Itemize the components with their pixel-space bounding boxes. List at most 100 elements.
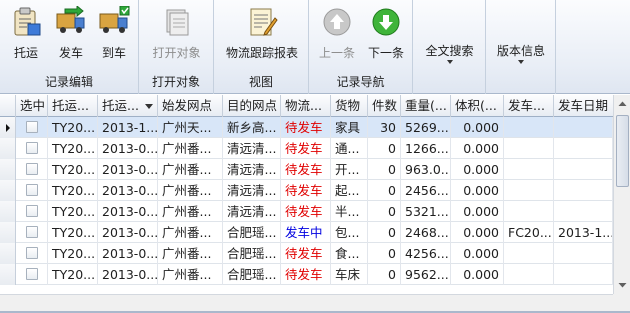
row-indicator[interactable]	[0, 222, 16, 243]
fulltext-search-dropdown[interactable]: 全文搜索	[417, 34, 482, 64]
cell-weight[interactable]: 9562....	[401, 264, 451, 285]
version-info-dropdown[interactable]: 版本信息	[489, 34, 553, 64]
cell-status[interactable]: 待发车	[281, 138, 331, 159]
cell-destination[interactable]: 清远清...	[223, 180, 281, 201]
row-checkbox[interactable]	[26, 226, 38, 238]
cell-depart-date[interactable]	[554, 264, 613, 285]
cell-waybill-date[interactable]: 2013-0...	[98, 264, 158, 285]
cell-depart-no[interactable]	[504, 117, 554, 138]
cell-weight[interactable]: 963.0...	[401, 159, 451, 180]
cell-waybill-date[interactable]: 2013-0...	[98, 180, 158, 201]
cell-status[interactable]: 待发车	[281, 159, 331, 180]
cell-depart-date[interactable]	[554, 243, 613, 264]
cell-waybill-date[interactable]: 2013-1...	[98, 117, 158, 138]
cell-waybill-no[interactable]: TY20...	[48, 117, 98, 138]
cell-depart-date[interactable]	[554, 159, 613, 180]
cell-volume[interactable]: 0.000	[451, 243, 504, 264]
cell-waybill-no[interactable]: TY20...	[48, 138, 98, 159]
cell-destination[interactable]: 新乡高...	[223, 117, 281, 138]
table-row[interactable]: TY20... 2013-0... 广州番... 清远清... 待发车 半... 0 5321…	[0, 201, 613, 222]
cell-goods[interactable]: 开...	[331, 159, 368, 180]
cell-status[interactable]: 待发车	[281, 117, 331, 138]
cell-destination[interactable]: 清远清...	[223, 138, 281, 159]
cell-waybill-no[interactable]: TY20...	[48, 222, 98, 243]
cell-weight[interactable]: 5269....	[401, 117, 451, 138]
row-indicator[interactable]	[0, 243, 16, 264]
ship-button[interactable]: 托运	[4, 4, 48, 66]
cell-depart-no[interactable]	[504, 180, 554, 201]
cell-depart-date[interactable]	[554, 138, 613, 159]
table-row[interactable]: TY20... 2013-0... 广州番... 合肥瑶... 待发车 车床 0 9562..…	[0, 264, 613, 285]
cell-volume[interactable]: 0.000	[451, 159, 504, 180]
cell-status[interactable]: 发车中	[281, 222, 331, 243]
cell-pieces[interactable]: 0	[368, 222, 401, 243]
cell-goods[interactable]: 家具	[331, 117, 368, 138]
cell-destination[interactable]: 清远清...	[223, 159, 281, 180]
cell-origin[interactable]: 广州天...	[158, 117, 223, 138]
cell-pieces[interactable]: 0	[368, 201, 401, 222]
cell-origin[interactable]: 广州番...	[158, 159, 223, 180]
cell-weight[interactable]: 1266....	[401, 138, 451, 159]
cell-status[interactable]: 待发车	[281, 180, 331, 201]
next-record-button[interactable]: 下一条	[362, 4, 410, 66]
cell-waybill-date[interactable]: 2013-0...	[98, 159, 158, 180]
table-row[interactable]: TY20... 2013-1... 广州天... 新乡高... 待发车 家具 30 5269.…	[0, 117, 613, 138]
cell-goods[interactable]: 半...	[331, 201, 368, 222]
previous-record-button[interactable]: 上一条	[312, 4, 362, 66]
cell-weight[interactable]: 5321....	[401, 201, 451, 222]
logistics-report-button[interactable]: 物流跟踪报表	[219, 4, 305, 66]
cell-depart-no[interactable]	[504, 138, 554, 159]
cell-pieces[interactable]: 0	[368, 180, 401, 201]
arrive-button[interactable]: 到车	[94, 4, 134, 66]
table-row[interactable]: TY20... 2013-0... 广州番... 清远清... 待发车 通... 0 1266…	[0, 138, 613, 159]
cell-waybill-no[interactable]: TY20...	[48, 201, 98, 222]
depart-button[interactable]: 发车	[50, 4, 92, 66]
scroll-down-icon[interactable]	[615, 277, 630, 293]
row-indicator[interactable]	[0, 201, 16, 222]
cell-depart-no[interactable]	[504, 264, 554, 285]
cell-volume[interactable]: 0.000	[451, 222, 504, 243]
cell-pieces[interactable]: 0	[368, 138, 401, 159]
cell-volume[interactable]: 0.000	[451, 201, 504, 222]
row-checkbox[interactable]	[26, 121, 38, 133]
row-checkbox[interactable]	[26, 268, 38, 280]
horizontal-scrollbar[interactable]	[0, 294, 613, 311]
cell-destination[interactable]: 合肥瑶...	[223, 243, 281, 264]
cell-pieces[interactable]: 0	[368, 264, 401, 285]
header-goods[interactable]: 货物	[331, 95, 368, 117]
table-row[interactable]: TY20... 2013-0... 广州番... 清远清... 待发车 开... 0 963.…	[0, 159, 613, 180]
header-weight[interactable]: 重量(...	[401, 95, 451, 117]
cell-volume[interactable]: 0.000	[451, 264, 504, 285]
row-indicator[interactable]	[0, 117, 16, 138]
row-indicator[interactable]	[0, 180, 16, 201]
header-waybill-no[interactable]: 托运...	[48, 95, 98, 117]
cell-origin[interactable]: 广州番...	[158, 138, 223, 159]
cell-goods[interactable]: 车床	[331, 264, 368, 285]
header-depart-no[interactable]: 发车...	[504, 95, 554, 117]
row-checkbox[interactable]	[26, 205, 38, 217]
cell-waybill-date[interactable]: 2013-0...	[98, 243, 158, 264]
cell-destination[interactable]: 清远清...	[223, 201, 281, 222]
row-indicator[interactable]	[0, 264, 16, 285]
header-volume[interactable]: 体积(...	[451, 95, 504, 117]
cell-weight[interactable]: 4256....	[401, 243, 451, 264]
cell-origin[interactable]: 广州番...	[158, 243, 223, 264]
header-select[interactable]: 选中	[16, 95, 48, 117]
cell-destination[interactable]: 合肥瑶...	[223, 222, 281, 243]
row-indicator[interactable]	[0, 159, 16, 180]
header-status[interactable]: 物流...	[281, 95, 331, 117]
cell-status[interactable]: 待发车	[281, 243, 331, 264]
cell-weight[interactable]: 2468....	[401, 222, 451, 243]
table-row[interactable]: TY20... 2013-0... 广州番... 合肥瑶... 发车中 包... 0 2468…	[0, 222, 613, 243]
cell-depart-no[interactable]	[504, 159, 554, 180]
cell-depart-date[interactable]	[554, 117, 613, 138]
cell-waybill-date[interactable]: 2013-0...	[98, 138, 158, 159]
cell-waybill-no[interactable]: TY20...	[48, 243, 98, 264]
cell-origin[interactable]: 广州番...	[158, 180, 223, 201]
cell-waybill-no[interactable]: TY20...	[48, 264, 98, 285]
cell-goods[interactable]: 起...	[331, 180, 368, 201]
cell-weight[interactable]: 2456....	[401, 180, 451, 201]
cell-origin[interactable]: 广州番...	[158, 201, 223, 222]
row-indicator[interactable]	[0, 138, 16, 159]
table-row[interactable]: TY20... 2013-0... 广州番... 合肥瑶... 待发车 食... 0 4256…	[0, 243, 613, 264]
